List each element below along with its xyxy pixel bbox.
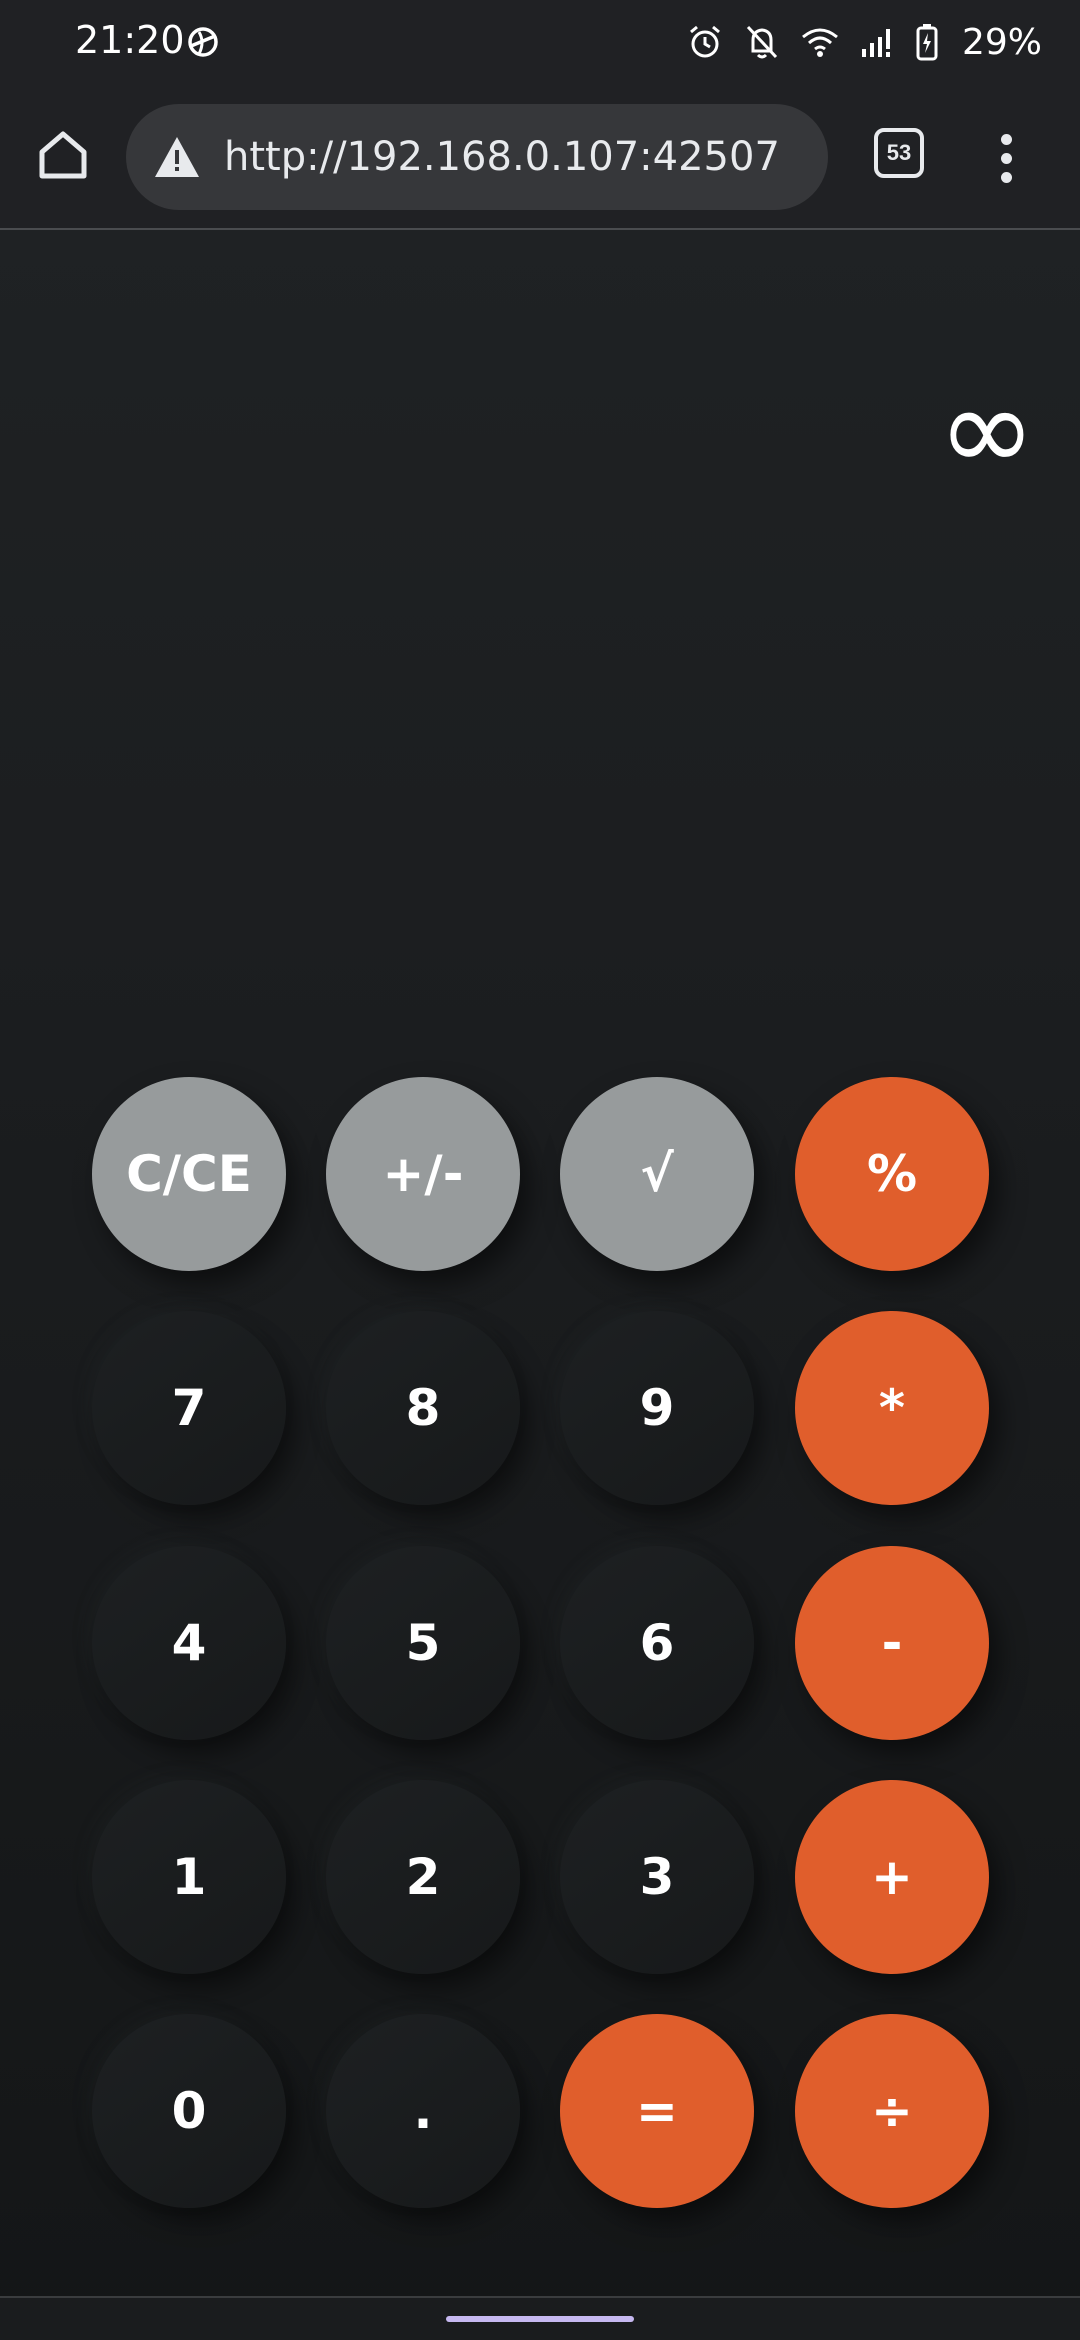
digit-3-button[interactable]: 3	[560, 1780, 754, 1974]
status-icons: 29%	[686, 18, 1042, 66]
battery-charging-icon	[916, 23, 938, 61]
more-vert-icon[interactable]	[984, 120, 1028, 196]
equals-button[interactable]: =	[560, 2014, 754, 2208]
warning-triangle-icon[interactable]	[152, 132, 202, 182]
home-icon	[39, 131, 87, 179]
bell-off-icon	[744, 23, 780, 61]
url-bar[interactable]: http://192.168.0.107:42507	[126, 104, 828, 210]
alarm-icon	[686, 23, 724, 61]
square-root-button[interactable]: √	[560, 1077, 754, 1271]
digit-8-button[interactable]: 8	[326, 1311, 520, 1505]
subtract-button[interactable]: -	[795, 1546, 989, 1740]
divide-button[interactable]: ÷	[795, 2014, 989, 2208]
status-bar: 21:20 29%	[0, 0, 1080, 84]
digit-4-button[interactable]: 4	[92, 1546, 286, 1740]
tab-switcher-button[interactable]: 53	[874, 128, 924, 178]
home-button[interactable]	[28, 120, 98, 190]
percent-button[interactable]: %	[795, 1077, 989, 1271]
gesture-handle[interactable]	[446, 2316, 634, 2322]
digit-2-button[interactable]: 2	[326, 1780, 520, 1974]
digit-9-button[interactable]: 9	[560, 1311, 754, 1505]
sign-toggle-button[interactable]: +/-	[326, 1077, 520, 1271]
status-time: 21:20	[75, 18, 185, 62]
digit-6-button[interactable]: 6	[560, 1546, 754, 1740]
wifi-icon	[800, 25, 840, 59]
decimal-button[interactable]: .	[326, 2014, 520, 2208]
digit-5-button[interactable]: 5	[326, 1546, 520, 1740]
url-text: http://192.168.0.107:42507	[224, 134, 780, 180]
browser-toolbar: http://192.168.0.107:42507 53	[0, 84, 1080, 230]
clear-button[interactable]: C/CE	[92, 1077, 286, 1271]
sync-globe-icon	[185, 24, 221, 60]
add-button[interactable]: +	[795, 1780, 989, 1974]
digit-1-button[interactable]: 1	[92, 1780, 286, 1974]
digit-7-button[interactable]: 7	[92, 1311, 286, 1505]
screen: 21:20 29% http://192.168.0.107:42507 53 …	[0, 0, 1080, 2340]
cellular-signal-icon	[860, 25, 896, 59]
digit-0-button[interactable]: 0	[92, 2014, 286, 2208]
multiply-button[interactable]: *	[795, 1311, 989, 1505]
battery-percent: 29%	[961, 21, 1042, 63]
calculator-display: ∞	[937, 360, 1036, 498]
